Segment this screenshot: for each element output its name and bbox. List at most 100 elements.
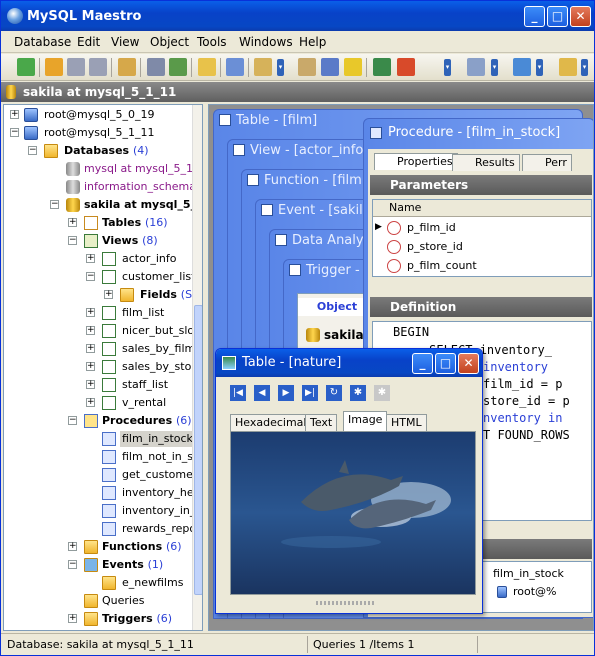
tree-server-1[interactable]: root@mysql_5_0_19 (44, 107, 155, 123)
last-record-icon[interactable]: ▶| (302, 385, 318, 401)
tree-procedure-item-selected[interactable]: film_in_stock (120, 431, 195, 447)
toolbar-overflow-1[interactable]: ▾ (277, 59, 284, 76)
first-record-icon[interactable]: |◀ (230, 385, 246, 401)
new-object-icon[interactable] (198, 58, 216, 76)
prior-record-icon[interactable]: ◀ (254, 385, 270, 401)
nature-close-button[interactable]: ✕ (458, 353, 479, 374)
window-icon[interactable] (513, 58, 531, 76)
unregister-db-icon[interactable] (67, 58, 85, 76)
tree-view-item[interactable]: film_list (122, 305, 164, 321)
tree-databases[interactable]: Databases (4) (64, 143, 149, 159)
tree-functions[interactable]: Functions (6) (102, 539, 182, 555)
tree-tables[interactable]: Tables (16) (102, 215, 168, 231)
menu-object[interactable]: Object (150, 35, 189, 49)
tree-view-item[interactable]: staff_list (122, 377, 168, 393)
expand-toggle[interactable]: + (86, 344, 95, 353)
refresh-icon[interactable] (17, 58, 35, 76)
collapse-toggle[interactable]: − (68, 416, 77, 425)
parameters-grid[interactable]: Name ▶ p_film_id p_store_id p_film_count (372, 199, 592, 277)
collapse-toggle[interactable]: − (10, 128, 19, 137)
collapse-toggle[interactable]: − (68, 560, 77, 569)
report-icon[interactable] (298, 58, 316, 76)
expand-toggle[interactable]: + (86, 254, 95, 263)
minimize-button[interactable]: _ (524, 6, 545, 27)
toolbar-overflow-2[interactable]: ▾ (444, 59, 451, 76)
collapse-toggle[interactable]: − (86, 272, 95, 281)
lower-grid-value[interactable]: root@% (513, 584, 557, 600)
tree-db-sakila[interactable]: sakila at mysql_5_ (84, 197, 196, 213)
resize-grip[interactable] (316, 601, 376, 605)
chart-icon[interactable] (321, 58, 339, 76)
parameter-row[interactable]: p_film_id (407, 220, 456, 236)
menu-database[interactable]: Database (14, 35, 71, 49)
tab-image[interactable]: Image (343, 411, 388, 431)
tree-db-information-schema[interactable]: information_schema a (84, 179, 202, 195)
nature-window[interactable]: Table - [nature] _ □ ✕ |◀ ◀ ▶ ▶| ↻ ✱ ✱ H… (215, 348, 483, 614)
name-column-header[interactable]: Name (373, 200, 591, 217)
expand-toggle[interactable]: + (86, 380, 95, 389)
tree-procedure-item[interactable]: inventory_in_ (122, 503, 195, 519)
db-properties-icon[interactable] (89, 58, 107, 76)
expand-toggle[interactable]: + (10, 110, 19, 119)
parameter-row[interactable]: p_film_count (407, 258, 477, 274)
tab-text[interactable]: Text (305, 414, 338, 431)
collapse-toggle[interactable]: − (68, 236, 77, 245)
tab-hexadecimal[interactable]: Hexadecimal (230, 414, 312, 431)
menu-tools[interactable]: Tools (197, 35, 227, 49)
tree-scrollbar[interactable] (192, 105, 202, 630)
tree-views[interactable]: Views (8) (102, 233, 158, 249)
tree-procedure-item[interactable]: get_customer (122, 467, 197, 483)
tab-permissions[interactable]: Perr (522, 154, 572, 171)
maximize-button[interactable]: □ (547, 6, 568, 27)
filter-icon[interactable] (467, 58, 485, 76)
toolbar-overflow-4[interactable]: ▾ (536, 59, 543, 76)
expand-toggle[interactable]: + (86, 326, 95, 335)
tree-fields[interactable]: Fields (S (140, 287, 192, 303)
refresh-record-icon[interactable]: ↻ (326, 385, 342, 401)
parameter-row[interactable]: p_store_id (407, 239, 463, 255)
collapse-toggle[interactable]: − (28, 146, 37, 155)
execute-icon[interactable] (344, 58, 362, 76)
tree-server-2[interactable]: root@mysql_5_1_11 (44, 125, 155, 141)
tree-view-item[interactable]: sales_by_stor (122, 359, 196, 375)
image-icon[interactable] (373, 58, 391, 76)
scrollbar-thumb[interactable] (194, 305, 202, 595)
menu-windows[interactable]: Windows (239, 35, 293, 49)
tree-procedures[interactable]: Procedures (6) (102, 413, 192, 429)
tree-view-item[interactable]: nicer_but_slo (122, 323, 194, 339)
apply-icon[interactable]: ✱ (350, 385, 366, 401)
database-explorer[interactable]: + root@mysql_5_0_19 − root@mysql_5_1_11 … (3, 104, 203, 631)
tab-properties[interactable]: Properties (374, 153, 458, 170)
nature-maximize-button[interactable]: □ (435, 353, 456, 374)
tree-events[interactable]: Events (1) (102, 557, 163, 573)
table-icon[interactable] (226, 58, 244, 76)
toolbar-overflow-5[interactable]: ▾ (581, 59, 588, 76)
tree-view-item[interactable]: v_rental (122, 395, 166, 411)
menu-edit[interactable]: Edit (77, 35, 100, 49)
tree-triggers[interactable]: Triggers (6) (102, 611, 172, 627)
tree-view-item[interactable]: sales_by_film_ (122, 341, 201, 357)
sql-editor-icon[interactable] (254, 58, 272, 76)
expand-toggle[interactable]: + (86, 398, 95, 407)
expand-toggle[interactable]: + (68, 218, 77, 227)
menu-help[interactable]: Help (299, 35, 326, 49)
tab-html[interactable]: HTML (386, 414, 427, 431)
toolbar-overflow-3[interactable]: ▾ (491, 59, 498, 76)
expand-toggle[interactable]: + (104, 290, 113, 299)
menu-view[interactable]: View (111, 35, 139, 49)
export-icon[interactable] (397, 58, 415, 76)
next-record-icon[interactable]: ▶ (278, 385, 294, 401)
connect-all-icon[interactable] (169, 58, 187, 76)
expand-toggle[interactable]: + (86, 308, 95, 317)
tree-procedure-item[interactable]: inventory_hel (122, 485, 197, 501)
object-item[interactable]: sakila (324, 327, 364, 343)
nature-minimize-button[interactable]: _ (412, 353, 433, 374)
tree-procedure-item[interactable]: rewards_repo (122, 521, 196, 537)
expand-toggle[interactable]: + (68, 614, 77, 623)
tree-event-item[interactable]: e_newfilms (122, 575, 183, 591)
expand-toggle[interactable]: + (86, 362, 95, 371)
register-db-icon[interactable] (45, 58, 63, 76)
tree-procedure-item[interactable]: film_not_in_st (122, 449, 197, 465)
tree-queries[interactable]: Queries (102, 593, 144, 609)
expand-toggle[interactable]: + (68, 542, 77, 551)
